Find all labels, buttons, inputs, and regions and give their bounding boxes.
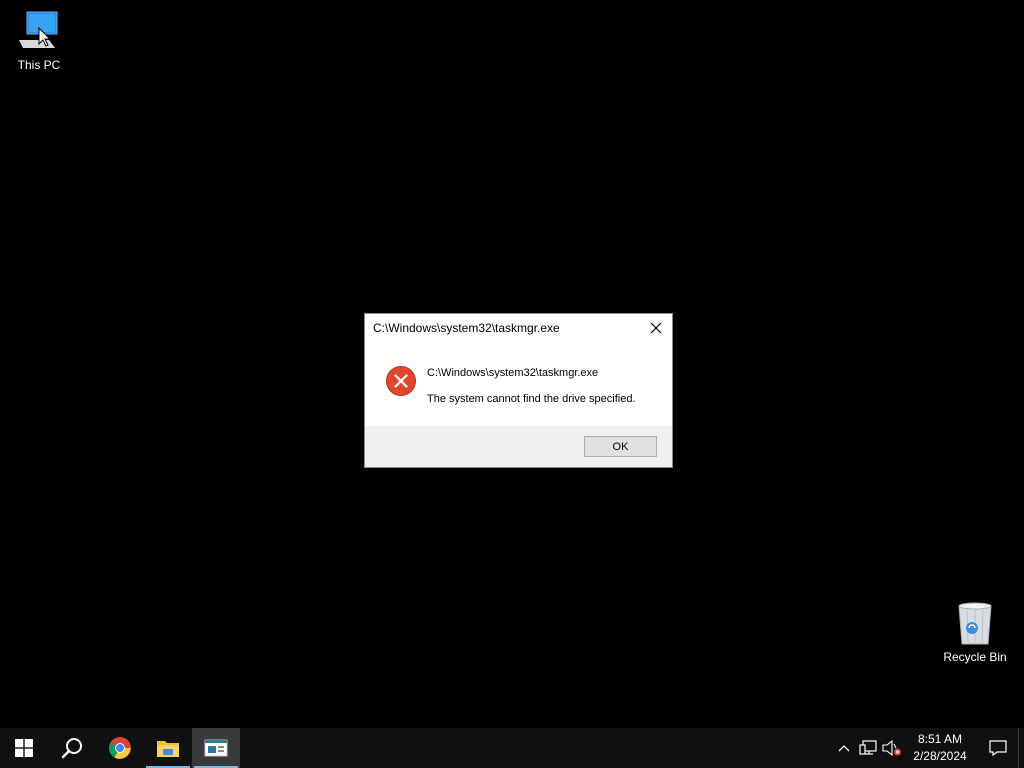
desktop-icon-recycle-bin[interactable]: Recycle Bin [937,600,1013,664]
ok-button[interactable]: OK [584,436,657,457]
search-icon [61,738,82,759]
desktop-icon-label: Recycle Bin [943,650,1007,664]
dialog-close-button[interactable] [646,318,666,338]
system-tray: 8:51 AM 2/28/2024 [832,728,1024,768]
taskbar-chrome[interactable] [96,728,144,768]
dialog-footer: OK [365,426,672,467]
desktop-icon-label: This PC [17,58,61,72]
volume-muted-icon [882,740,901,756]
action-center-button[interactable] [978,728,1018,768]
network-button[interactable] [856,728,880,768]
taskbar-dialog-app[interactable] [192,728,240,768]
network-icon [859,740,877,755]
dialog-title: C:\Windows\system32\taskmgr.exe [373,321,560,335]
search-button[interactable] [48,728,96,768]
file-explorer-icon [157,741,179,757]
windows-start-icon [15,739,33,757]
desktop-icon-this-pc[interactable]: This PC [1,8,77,72]
this-pc-icon [15,8,63,56]
dialog-message-path: C:\Windows\system32\taskmgr.exe [427,367,599,379]
app-window-icon [204,739,228,757]
action-center-icon [989,740,1007,756]
chevron-up-icon [838,745,850,752]
show-hidden-icons-button[interactable] [832,728,856,768]
close-icon [650,322,662,334]
clock-date: 2/28/2024 [913,749,967,763]
recycle-bin-icon [951,600,999,648]
error-dialog: C:\Windows\system32\taskmgr.exe C:\Windo… [364,313,673,468]
dialog-message-text: The system cannot find the drive specifi… [427,393,636,405]
taskbar: 8:51 AM 2/28/2024 [0,728,1024,768]
start-button[interactable] [0,728,48,768]
error-icon [386,366,416,396]
show-desktop-button[interactable] [1018,728,1024,768]
chrome-icon [109,737,131,759]
taskbar-clock[interactable]: 8:51 AM 2/28/2024 [908,731,972,765]
taskbar-file-explorer[interactable] [144,728,192,768]
desktop: This PC Recycle Bin C:\Windows\system32\… [0,0,1024,728]
clock-time: 8:51 AM [917,732,963,746]
volume-button[interactable] [880,728,904,768]
dialog-body: C:\Windows\system32\taskmgr.exe The syst… [365,344,672,428]
